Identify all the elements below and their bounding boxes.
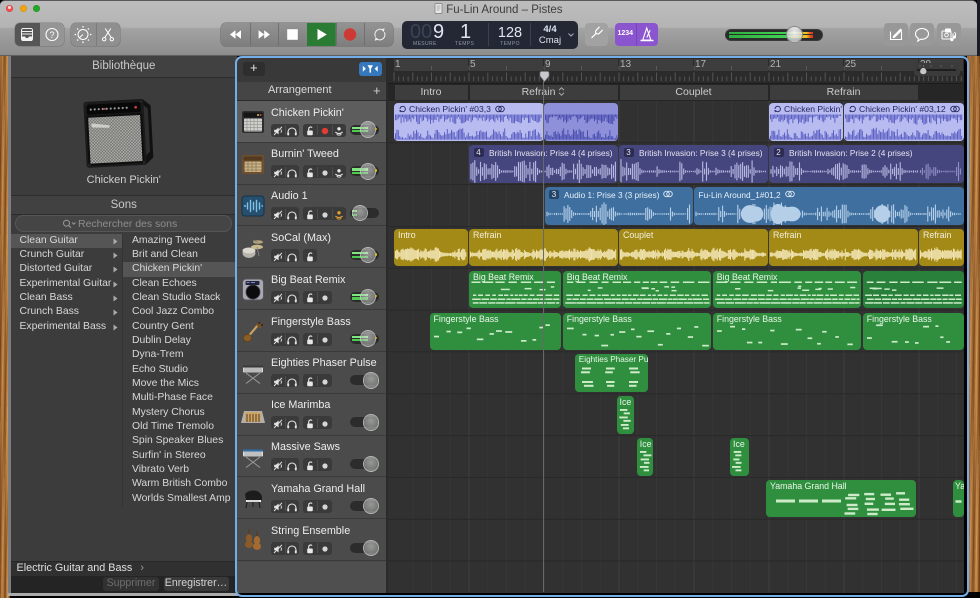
svg-text:?: ? [49,30,54,40]
